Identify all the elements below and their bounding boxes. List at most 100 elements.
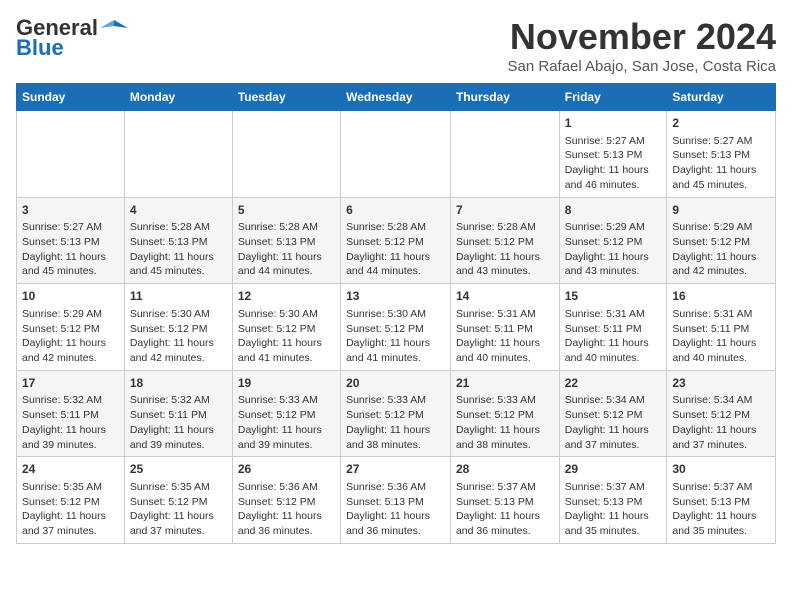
calendar-cell: 8Sunrise: 5:29 AM Sunset: 5:12 PM Daylig… — [559, 197, 667, 284]
calendar-cell: 25 Sunrise: 5:35 AM Sunset: 5:12 PM Dayli… — [124, 457, 232, 544]
day-info: Sunrise: 5:31 AM Sunset: 5:11 PM Dayligh… — [672, 307, 770, 366]
day-number: 5 — [238, 202, 335, 219]
calendar-cell — [124, 111, 232, 198]
calendar-table: SundayMondayTuesdayWednesdayThursdayFrid… — [16, 83, 776, 544]
calendar-cell: 29 Sunrise: 5:37 AM Sunset: 5:13 PM Dayli… — [559, 457, 667, 544]
day-number: 28 — [456, 461, 554, 478]
day-number: 12 — [238, 288, 335, 305]
day-info: Sunrise: 5:35 AM Sunset: 5:12 PM Dayligh… — [130, 480, 227, 539]
day-info: Sunrise: 5:36 AM Sunset: 5:13 PM Dayligh… — [346, 480, 445, 539]
calendar-week-row: 1 Sunrise: 5:27 AM Sunset: 5:13 PM Daylig… — [17, 111, 776, 198]
calendar-cell: 14 Sunrise: 5:31 AM Sunset: 5:11 PM Dayli… — [450, 284, 559, 371]
day-number: 30 — [672, 461, 770, 478]
day-number: 25 — [130, 461, 227, 478]
day-info: Sunrise: 5:33 AM Sunset: 5:12 PM Dayligh… — [456, 393, 554, 452]
logo-bird-icon — [100, 18, 128, 38]
calendar-cell — [341, 111, 451, 198]
day-number: 9 — [672, 202, 770, 219]
location-subtitle: San Rafael Abajo, San Jose, Costa Rica — [508, 58, 777, 75]
day-number: 13 — [346, 288, 445, 305]
calendar-cell: 18Sunrise: 5:32 AM Sunset: 5:11 PM Dayli… — [124, 370, 232, 457]
calendar-cell: 22Sunrise: 5:34 AM Sunset: 5:12 PM Dayli… — [559, 370, 667, 457]
day-info: Sunrise: 5:33 AM Sunset: 5:12 PM Dayligh… — [346, 393, 445, 452]
day-info: Sunrise: 5:29 AM Sunset: 5:12 PM Dayligh… — [672, 220, 770, 279]
calendar-cell — [17, 111, 125, 198]
calendar-cell: 23Sunrise: 5:34 AM Sunset: 5:12 PM Dayli… — [667, 370, 776, 457]
day-number: 2 — [672, 115, 770, 132]
day-number: 23 — [672, 375, 770, 392]
day-info: Sunrise: 5:37 AM Sunset: 5:13 PM Dayligh… — [565, 480, 662, 539]
calendar-cell: 9Sunrise: 5:29 AM Sunset: 5:12 PM Daylig… — [667, 197, 776, 284]
day-info: Sunrise: 5:30 AM Sunset: 5:12 PM Dayligh… — [346, 307, 445, 366]
day-info: Sunrise: 5:31 AM Sunset: 5:11 PM Dayligh… — [565, 307, 662, 366]
calendar-cell: 17Sunrise: 5:32 AM Sunset: 5:11 PM Dayli… — [17, 370, 125, 457]
day-number: 6 — [346, 202, 445, 219]
day-number: 18 — [130, 375, 227, 392]
day-number: 14 — [456, 288, 554, 305]
calendar-cell: 11 Sunrise: 5:30 AM Sunset: 5:12 PM Dayli… — [124, 284, 232, 371]
calendar-cell: 27 Sunrise: 5:36 AM Sunset: 5:13 PM Dayli… — [341, 457, 451, 544]
page-header: General Blue November 2024 San Rafael Ab… — [16, 16, 776, 75]
calendar-cell: 15 Sunrise: 5:31 AM Sunset: 5:11 PM Dayli… — [559, 284, 667, 371]
day-number: 24 — [22, 461, 119, 478]
calendar-cell — [232, 111, 340, 198]
day-number: 19 — [238, 375, 335, 392]
day-info: Sunrise: 5:31 AM Sunset: 5:11 PM Dayligh… — [456, 307, 554, 366]
day-info: Sunrise: 5:37 AM Sunset: 5:13 PM Dayligh… — [672, 480, 770, 539]
day-number: 27 — [346, 461, 445, 478]
calendar-week-row: 17Sunrise: 5:32 AM Sunset: 5:11 PM Dayli… — [17, 370, 776, 457]
logo-blue: Blue — [16, 36, 64, 60]
calendar-header-row: SundayMondayTuesdayWednesdayThursdayFrid… — [17, 84, 776, 111]
day-number: 22 — [565, 375, 662, 392]
calendar-cell: 2Sunrise: 5:27 AM Sunset: 5:13 PM Daylig… — [667, 111, 776, 198]
month-title: November 2024 — [508, 16, 777, 58]
calendar-cell: 3Sunrise: 5:27 AM Sunset: 5:13 PM Daylig… — [17, 197, 125, 284]
day-info: Sunrise: 5:30 AM Sunset: 5:12 PM Dayligh… — [130, 307, 227, 366]
calendar-week-row: 3Sunrise: 5:27 AM Sunset: 5:13 PM Daylig… — [17, 197, 776, 284]
calendar-cell: 16 Sunrise: 5:31 AM Sunset: 5:11 PM Dayli… — [667, 284, 776, 371]
calendar-cell — [450, 111, 559, 198]
calendar-cell: 24 Sunrise: 5:35 AM Sunset: 5:12 PM Dayli… — [17, 457, 125, 544]
day-info: Sunrise: 5:37 AM Sunset: 5:13 PM Dayligh… — [456, 480, 554, 539]
day-number: 1 — [565, 115, 662, 132]
day-number: 3 — [22, 202, 119, 219]
day-info: Sunrise: 5:29 AM Sunset: 5:12 PM Dayligh… — [22, 307, 119, 366]
day-info: Sunrise: 5:33 AM Sunset: 5:12 PM Dayligh… — [238, 393, 335, 452]
calendar-cell: 30 Sunrise: 5:37 AM Sunset: 5:13 PM Dayli… — [667, 457, 776, 544]
day-info: Sunrise: 5:32 AM Sunset: 5:11 PM Dayligh… — [130, 393, 227, 452]
day-info: Sunrise: 5:34 AM Sunset: 5:12 PM Dayligh… — [565, 393, 662, 452]
day-number: 21 — [456, 375, 554, 392]
calendar-cell: 28 Sunrise: 5:37 AM Sunset: 5:13 PM Dayli… — [450, 457, 559, 544]
day-number: 16 — [672, 288, 770, 305]
day-info: Sunrise: 5:28 AM Sunset: 5:12 PM Dayligh… — [346, 220, 445, 279]
calendar-cell: 20Sunrise: 5:33 AM Sunset: 5:12 PM Dayli… — [341, 370, 451, 457]
col-header-friday: Friday — [559, 84, 667, 111]
day-info: Sunrise: 5:34 AM Sunset: 5:12 PM Dayligh… — [672, 393, 770, 452]
calendar-cell: 12Sunrise: 5:30 AM Sunset: 5:12 PM Dayli… — [232, 284, 340, 371]
col-header-monday: Monday — [124, 84, 232, 111]
day-number: 8 — [565, 202, 662, 219]
calendar-cell: 5Sunrise: 5:28 AM Sunset: 5:13 PM Daylig… — [232, 197, 340, 284]
day-info: Sunrise: 5:35 AM Sunset: 5:12 PM Dayligh… — [22, 480, 119, 539]
calendar-cell: 10 Sunrise: 5:29 AM Sunset: 5:12 PM Dayli… — [17, 284, 125, 371]
col-header-sunday: Sunday — [17, 84, 125, 111]
day-number: 10 — [22, 288, 119, 305]
day-number: 15 — [565, 288, 662, 305]
calendar-cell: 26Sunrise: 5:36 AM Sunset: 5:12 PM Dayli… — [232, 457, 340, 544]
logo: General Blue — [16, 16, 128, 60]
day-number: 29 — [565, 461, 662, 478]
calendar-cell: 7Sunrise: 5:28 AM Sunset: 5:12 PM Daylig… — [450, 197, 559, 284]
calendar-cell: 1 Sunrise: 5:27 AM Sunset: 5:13 PM Daylig… — [559, 111, 667, 198]
day-number: 11 — [130, 288, 227, 305]
calendar-week-row: 24 Sunrise: 5:35 AM Sunset: 5:12 PM Dayli… — [17, 457, 776, 544]
col-header-tuesday: Tuesday — [232, 84, 340, 111]
title-area: November 2024 San Rafael Abajo, San Jose… — [508, 16, 777, 75]
day-info: Sunrise: 5:28 AM Sunset: 5:13 PM Dayligh… — [130, 220, 227, 279]
calendar-cell: 13 Sunrise: 5:30 AM Sunset: 5:12 PM Dayli… — [341, 284, 451, 371]
calendar-cell: 19Sunrise: 5:33 AM Sunset: 5:12 PM Dayli… — [232, 370, 340, 457]
day-number: 4 — [130, 202, 227, 219]
day-info: Sunrise: 5:29 AM Sunset: 5:12 PM Dayligh… — [565, 220, 662, 279]
day-info: Sunrise: 5:27 AM Sunset: 5:13 PM Dayligh… — [565, 134, 662, 193]
calendar-cell: 6Sunrise: 5:28 AM Sunset: 5:12 PM Daylig… — [341, 197, 451, 284]
day-number: 26 — [238, 461, 335, 478]
